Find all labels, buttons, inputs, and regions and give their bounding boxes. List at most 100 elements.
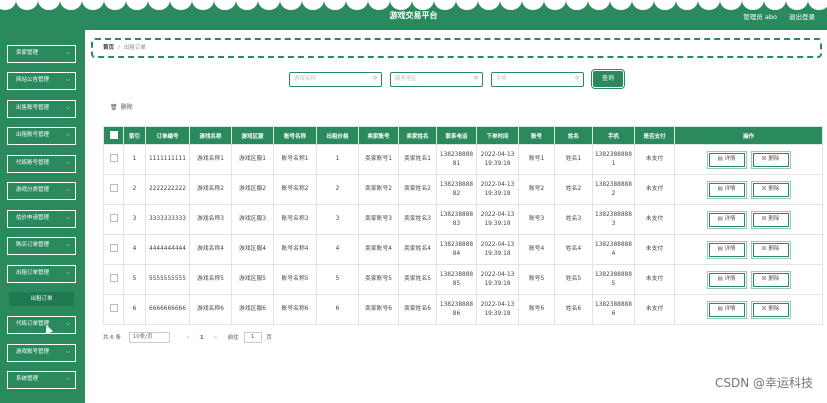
delete-button[interactable]: ☒ 删除 xyxy=(752,302,789,317)
row-checkbox[interactable] xyxy=(109,153,118,162)
table-cell-name: 姓名1 xyxy=(554,144,593,175)
delete-button[interactable]: ☒ 删除 xyxy=(752,212,789,227)
sidebar-item[interactable]: 游戏账号管理 ⌵ xyxy=(7,344,76,362)
table-cell-name: 姓名6 xyxy=(554,294,593,325)
row-checkbox[interactable] xyxy=(109,243,118,252)
page-number[interactable]: 1 xyxy=(200,335,204,341)
sidebar-item[interactable]: 系统管理 ⌵ xyxy=(7,371,76,389)
delete-button[interactable]: ☒ 删除 xyxy=(752,152,789,167)
sidebar-item[interactable]: 出租订单管理 ⌵ xyxy=(7,265,76,283)
table-cell-seller-account: 卖家账号6 xyxy=(358,294,399,325)
sidebar-item[interactable]: 出租账号管理 ⌵ xyxy=(7,127,76,145)
sidebar-item-label: 出租订单管理 xyxy=(16,270,50,276)
table-cell-seller-name: 卖家姓名5 xyxy=(398,264,437,295)
table-cell-server: 游戏区服2 xyxy=(231,174,274,205)
user-area: 管理员 abo 退出登录 xyxy=(733,11,815,21)
sidebar-item[interactable]: 代练订单管理 ⌵ xyxy=(7,316,76,334)
delete-button[interactable]: ☒ 删除 xyxy=(752,182,789,197)
row-select-cell[interactable] xyxy=(103,234,124,265)
breadcrumb-home[interactable]: 首页 xyxy=(103,45,114,51)
row-checkbox[interactable] xyxy=(109,183,118,192)
sidebar-item[interactable]: 代练账号管理 ⌵ xyxy=(7,155,76,173)
scallop-shape xyxy=(412,0,434,10)
prev-page-button[interactable]: < xyxy=(186,335,191,341)
table-cell-game: 游戏名称6 xyxy=(189,294,232,325)
table-cell-seller-account: 卖家账号1 xyxy=(358,144,399,175)
row-select-cell[interactable] xyxy=(103,204,124,235)
detail-button[interactable]: ▤ 详情 xyxy=(708,302,745,317)
chevron-down-icon: ⌵ xyxy=(66,242,70,248)
scallop-shape xyxy=(258,0,280,10)
select-all-checkbox[interactable] xyxy=(109,130,118,139)
scallop-shape xyxy=(786,0,808,10)
table-cell-mobile: 13823888882 xyxy=(592,174,635,205)
goto-suffix: 页 xyxy=(266,335,272,341)
delete-button[interactable]: ☒ 删除 xyxy=(752,272,789,287)
table-cell-time: 2022-04-13 19:39:18 xyxy=(476,204,519,235)
sidebar-item[interactable]: 购买订单管理 ⌵ xyxy=(7,237,76,255)
game-name-search-input[interactable]: 游戏名称 ⚲ xyxy=(289,72,382,87)
table-cell-index: 2 xyxy=(123,174,146,205)
detail-button-label: 详情 xyxy=(724,275,736,282)
delete-button[interactable]: ☒ 删除 xyxy=(752,242,789,257)
breadcrumb-separator: / xyxy=(118,45,120,51)
search-icon: ⚲ xyxy=(574,76,579,82)
area-search-input[interactable]: 服务地区 ⚲ xyxy=(390,72,483,87)
detail-button[interactable]: ▤ 详情 xyxy=(708,182,745,197)
scallop-shape xyxy=(170,0,192,10)
column-header: 出租价格 xyxy=(316,126,359,145)
sidebar-item[interactable]: 游戏分类管理 ⌵ xyxy=(7,182,76,200)
sidebar-item[interactable]: 出售账号管理 ⌵ xyxy=(7,100,76,118)
sidebar-item[interactable]: 卖家管理 ⌵ xyxy=(7,45,76,63)
sidebar-subitem-rent-orders[interactable]: 出租订单 xyxy=(9,292,74,306)
detail-button[interactable]: ▤ 详情 xyxy=(708,242,745,257)
table-row: 2 2222222222 游戏名称2 游戏区服2 账号名称2 2 卖家账号2 卖家姓名2 138… xyxy=(103,174,823,205)
sidebar-item[interactable]: 估价申请管理 ⌵ xyxy=(7,210,76,228)
detail-button-label: 详情 xyxy=(724,155,736,162)
row-checkbox[interactable] xyxy=(109,273,118,282)
detail-button[interactable]: ▤ 详情 xyxy=(708,272,745,287)
pagination: 共 6 条 10条/页 < 1 > 前往 1 页 xyxy=(103,332,272,343)
column-header: 账号 xyxy=(518,126,555,145)
table-cell-order-no: 4444444444 xyxy=(145,234,190,265)
table-cell-order-no: 1111111111 xyxy=(145,144,190,175)
table-cell-account: 账号4 xyxy=(518,234,555,265)
column-header: 订单编号 xyxy=(145,126,190,145)
batch-delete-button[interactable]: 🗑 删除 xyxy=(110,102,133,111)
table-cell-server: 游戏区服1 xyxy=(231,144,274,175)
sidebar-item[interactable]: 网站公告管理 ⌵ xyxy=(7,72,76,90)
goto-page-input[interactable]: 1 xyxy=(243,332,262,343)
table-cell-time: 2022-04-13 19:39:18 xyxy=(476,174,519,205)
table-cell-seller-name: 卖家姓名4 xyxy=(398,234,437,265)
row-checkbox[interactable] xyxy=(109,303,118,312)
row-select-cell[interactable] xyxy=(103,144,124,175)
table-cell-account-name: 账号名称6 xyxy=(273,294,317,325)
breadcrumb: 首页 / 出租订单 xyxy=(91,38,822,58)
row-actions: ▤ 详情 ☒ 删除 xyxy=(674,174,823,205)
table-cell-order-no: 3333333333 xyxy=(145,204,190,235)
watermark: CSDN @幸运科技 xyxy=(714,376,813,390)
search-button[interactable]: 查询 xyxy=(593,71,623,87)
table-cell-seller-name: 卖家姓名6 xyxy=(398,294,437,325)
scallop-shape xyxy=(302,0,324,10)
row-actions: ▤ 详情 ☒ 删除 xyxy=(674,264,823,295)
table-cell-mobile: 13823888883 xyxy=(592,204,635,235)
scallop-shape xyxy=(588,0,610,10)
scallop-shape xyxy=(676,0,698,10)
detail-button[interactable]: ▤ 详情 xyxy=(708,212,745,227)
phone-search-input[interactable]: 手机 ⚲ xyxy=(491,72,584,87)
detail-button[interactable]: ▤ 详情 xyxy=(708,152,745,167)
table-cell-time: 2022-04-13 19:39:18 xyxy=(476,144,519,175)
select-all-header[interactable] xyxy=(103,126,124,145)
row-checkbox[interactable] xyxy=(109,213,118,222)
row-select-cell[interactable] xyxy=(103,174,124,205)
logout-link[interactable]: 退出登录 xyxy=(789,13,815,21)
table-cell-paid: 未支付 xyxy=(634,234,675,265)
next-page-button[interactable]: > xyxy=(213,335,218,341)
table-cell-account: 账号2 xyxy=(518,174,555,205)
page-size-select[interactable]: 10条/页 xyxy=(128,332,170,343)
row-select-cell[interactable] xyxy=(103,294,124,325)
scallop-shape xyxy=(60,0,82,10)
detail-button-label: 详情 xyxy=(724,185,736,192)
row-select-cell[interactable] xyxy=(103,264,124,295)
